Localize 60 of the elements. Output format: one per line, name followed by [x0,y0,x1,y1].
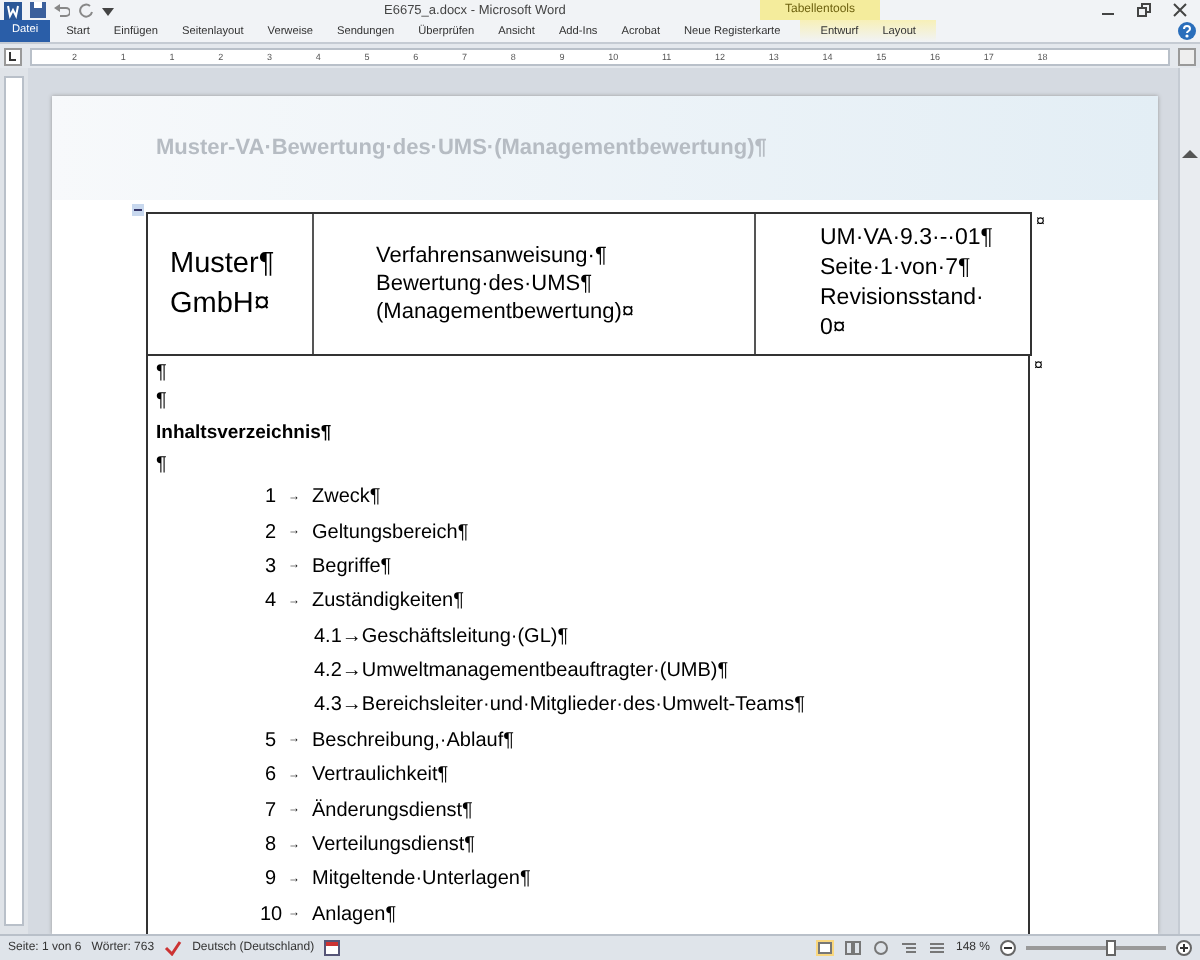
paragraph-mark: ¶ [156,360,169,388]
toc-entry: Beschreibung,·Ablauf¶ [312,729,514,752]
table-cell-text: (Managementbewertung)¤ [376,298,637,326]
macro-icon[interactable] [324,940,341,956]
tab-selector-icon[interactable] [4,47,22,65]
toc-entry: Mitgeltende·Unterlagen¶ [312,868,531,891]
restore-icon[interactable] [1136,2,1152,18]
zoom-out-icon[interactable] [1000,940,1016,956]
toc-subentry: 4.2→Umweltmanagementbeauftragter·(UMB)¶ [312,657,731,686]
toc-entry: Zweck¶ [312,486,381,509]
undo-icon[interactable] [54,2,70,18]
paragraph-mark: ¶ [156,388,169,416]
help-icon[interactable] [1178,22,1196,40]
toc-subentry: 4.3→Bereichsleiter·und·Mitglieder·des·Umwelt-Teams¶ [312,692,807,721]
toc-entry: Vertraulichkeit¶ [312,764,449,787]
row-end-mark: ¤ [1034,212,1045,232]
toc-entry: Begriffe¶ [312,555,392,578]
toc-entry: Änderungsdienst¶ [312,799,473,822]
table-move-handle-icon[interactable] [132,204,144,216]
redo-icon[interactable] [78,2,94,18]
table-cell-text: Muster¶ [170,246,277,284]
toc-entry: Geltungsbereich¶ [312,521,469,544]
toc-number: 7 [262,799,276,822]
toc-number: 2 [262,521,276,544]
zoom-slider-thumb[interactable] [1106,940,1116,956]
scroll-up-icon[interactable] [1182,148,1198,160]
toc-number: 4 [262,590,276,613]
reading-view-icon[interactable] [843,940,862,956]
toc-number: 3 [262,555,276,578]
header-text: Muster-VA·Bewertung·des·UMS·(Managementbewertung)¶ [156,136,767,160]
save-icon[interactable] [30,2,46,18]
table-cell-text: UM·VA·9.3·-·01¶ [820,224,995,254]
toc-number: 8 [262,834,276,857]
print-layout-icon[interactable] [815,940,834,956]
toc-number: 9 [262,868,276,891]
table-cell-text: Verfahrensanweisung·¶ [376,242,609,270]
toc-entry: Zuständigkeiten¶ [312,590,464,613]
draft-view-icon[interactable] [927,940,946,956]
outline-view-icon[interactable] [899,940,918,956]
table-cell-text: Bewertung·des·UMS¶ [376,270,595,298]
vertical-scrollbar[interactable] [1178,68,1200,934]
table-cell-text: GmbH¤ [170,286,272,324]
toc-entry: Anlagen¶ [312,903,397,926]
toc-number: 1 [262,486,276,509]
toc-subentry: 4.1→Geschäftsleitung·(GL)¶ [312,623,571,652]
row-end-mark: ¤ [1032,356,1043,376]
paragraph-mark: ¶ [156,452,169,480]
dropdown-icon[interactable] [102,5,114,15]
close-icon[interactable] [1172,2,1188,18]
proofing-icon[interactable] [164,940,183,956]
toc-entry: Verteilungsdienst¶ [312,834,476,857]
toc-number: 5 [262,729,276,752]
word-logo-icon[interactable] [4,1,22,19]
zoom-in-icon[interactable] [1176,940,1192,956]
toc-number: 6 [262,764,276,787]
table-cell-text: 0¤ [820,314,848,344]
table-cell-text: Revisionsstand· [820,284,986,314]
toc-heading: Inhaltsverzeichnis¶ [156,420,334,448]
web-layout-icon[interactable] [871,940,890,956]
table-cell-text: Seite·1·von·7¶ [820,254,973,284]
